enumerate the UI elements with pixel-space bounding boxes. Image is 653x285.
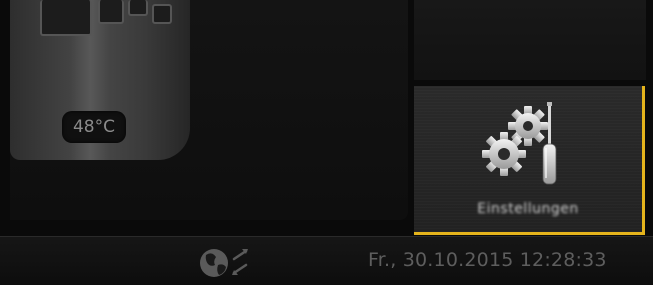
settings-label: Einstellungen: [477, 201, 579, 217]
tank-pipe: [40, 0, 92, 36]
settings-tile[interactable]: Einstellungen: [414, 86, 645, 235]
status-datetime: Fr., 30.10.2015 12:28:33: [368, 249, 607, 271]
empty-tile: [414, 0, 646, 80]
boiler-tank-graphic[interactable]: 48°C: [10, 0, 190, 160]
heating-overview-panel: 48°C: [10, 0, 408, 220]
tank-pipe: [128, 0, 148, 16]
gears-screwdriver-icon: [482, 102, 557, 185]
tank-pipe: [98, 0, 124, 24]
device-screen: 48°C Einstellungen Fr., 30.10.2015 12:28…: [0, 0, 653, 285]
globe-arrows-icon[interactable]: [198, 245, 270, 281]
tank-pipe: [152, 4, 172, 24]
status-bar: Fr., 30.10.2015 12:28:33: [0, 236, 653, 285]
tank-temperature: 48°C: [62, 111, 126, 143]
